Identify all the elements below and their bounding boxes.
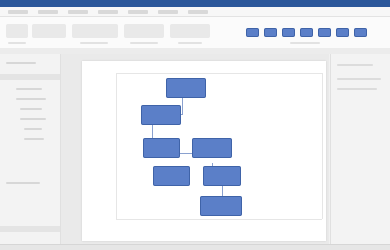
shape-style-button[interactable]: [262, 25, 279, 40]
diagram-node-right-2[interactable]: [192, 138, 232, 158]
panel-heading: [337, 64, 373, 66]
guide-line: [116, 73, 117, 219]
guide-line: [116, 73, 322, 74]
ribbon-tab[interactable]: [38, 9, 58, 14]
shape-style-icon: [318, 28, 331, 37]
paragraph-group[interactable]: [124, 24, 164, 38]
ribbon-tab[interactable]: [98, 9, 118, 14]
shape-style-button[interactable]: [334, 25, 351, 40]
paste-button[interactable]: [6, 24, 28, 38]
shape-style-icon: [246, 28, 259, 37]
stencil-item[interactable]: [24, 128, 42, 130]
drawing-canvas[interactable]: [61, 54, 329, 250]
property-row[interactable]: [337, 78, 381, 80]
guide-line: [116, 219, 322, 220]
drawing-page[interactable]: [82, 61, 326, 241]
ribbon-tab[interactable]: [128, 9, 148, 14]
tools-group[interactable]: [170, 24, 210, 38]
stencil-item[interactable]: [20, 108, 42, 110]
ribbon-tab[interactable]: [158, 9, 178, 14]
clipboard-group[interactable]: [32, 24, 66, 38]
diagram-node-bottom[interactable]: [200, 196, 242, 216]
shape-style-button[interactable]: [352, 25, 369, 40]
group-label: [290, 42, 320, 44]
font-group[interactable]: [72, 24, 118, 38]
diagram-node-right-3[interactable]: [203, 166, 241, 186]
stencil-item[interactable]: [24, 138, 44, 140]
shape-style-icon: [336, 28, 349, 37]
diagram-node-left-1[interactable]: [141, 105, 181, 125]
diagram-node-left-2[interactable]: [143, 138, 180, 158]
shape-style-button[interactable]: [316, 25, 333, 40]
shape-style-icon: [300, 28, 313, 37]
ribbon-tabs: [0, 7, 390, 17]
stencil-item[interactable]: [16, 98, 46, 100]
stencil-item[interactable]: [6, 182, 40, 184]
stencil-item[interactable]: [20, 118, 46, 120]
property-row[interactable]: [337, 88, 377, 90]
group-label: [178, 42, 202, 44]
shape-style-icon: [282, 28, 295, 37]
diagram-node-left-3[interactable]: [153, 166, 190, 186]
status-bar: [0, 244, 390, 250]
shape-style-button[interactable]: [280, 25, 297, 40]
title-bar: [0, 0, 390, 7]
group-label: [130, 42, 158, 44]
stencil-header[interactable]: [0, 74, 60, 80]
ribbon: [0, 17, 390, 49]
shape-style-icon: [264, 28, 277, 37]
ribbon-tab[interactable]: [188, 9, 208, 14]
ribbon-tab[interactable]: [68, 9, 88, 14]
connector-line[interactable]: [152, 125, 153, 139]
connector-line[interactable]: [182, 98, 183, 114]
shape-style-button[interactable]: [244, 25, 261, 40]
stencil-header[interactable]: [0, 226, 60, 232]
ribbon-tab[interactable]: [8, 9, 28, 14]
diagram-node-top[interactable]: [166, 78, 206, 98]
group-label: [8, 42, 26, 44]
group-label: [80, 42, 108, 44]
guide-line: [322, 73, 323, 219]
properties-panel: [330, 54, 390, 250]
shapes-panel: [0, 54, 61, 250]
stencil-item[interactable]: [16, 88, 42, 90]
shape-style-icon: [354, 28, 367, 37]
shape-style-button[interactable]: [298, 25, 315, 40]
panel-heading: [6, 62, 36, 64]
